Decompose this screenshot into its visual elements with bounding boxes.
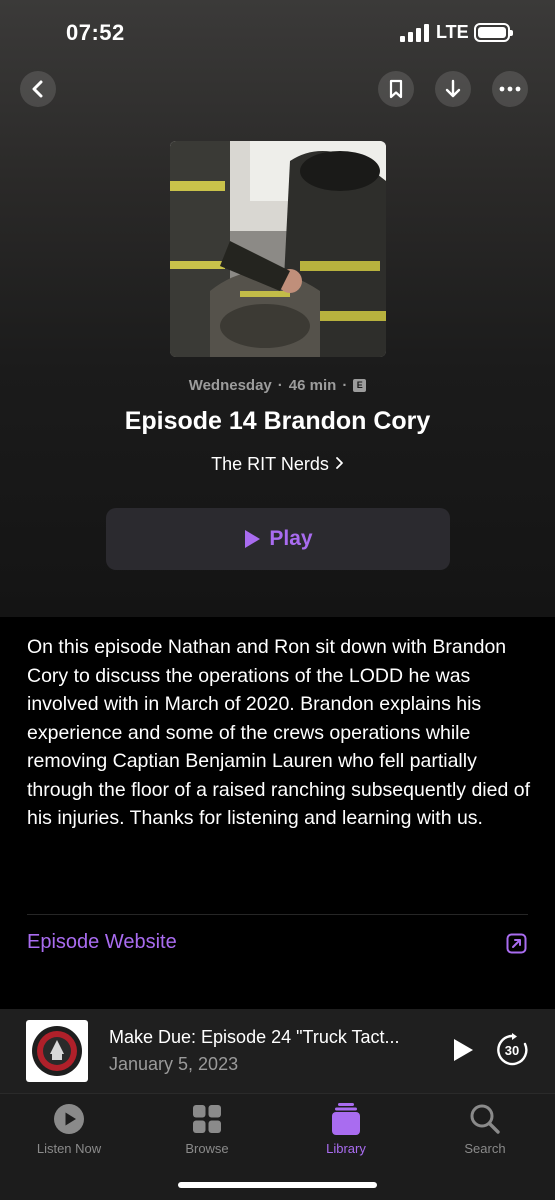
bookmark-icon bbox=[389, 79, 403, 99]
play-button[interactable]: Play bbox=[106, 508, 450, 570]
tab-label: Search bbox=[464, 1141, 506, 1156]
mini-play-button[interactable] bbox=[451, 1037, 475, 1068]
chevron-right-icon bbox=[335, 454, 344, 475]
magnifier-icon bbox=[425, 1102, 545, 1136]
tab-label: Listen Now bbox=[36, 1141, 102, 1156]
network-label: LTE bbox=[436, 22, 469, 42]
explicit-badge: E bbox=[353, 379, 367, 392]
play-label: Play bbox=[269, 527, 313, 550]
skip-forward-button[interactable]: 30 bbox=[494, 1032, 530, 1073]
episode-day: Wednesday bbox=[188, 377, 272, 394]
mini-player-date: January 5, 2023 bbox=[109, 1054, 239, 1074]
battery-icon bbox=[474, 23, 513, 42]
download-button[interactable] bbox=[435, 71, 471, 107]
back-button[interactable] bbox=[20, 71, 56, 107]
grid-icon bbox=[147, 1102, 267, 1136]
show-name: The RIT Nerds bbox=[211, 454, 329, 474]
tab-label: Browse bbox=[185, 1141, 229, 1156]
mini-player[interactable]: Make Due: Episode 24 "Truck Tact... Janu… bbox=[0, 1009, 555, 1093]
signal-icon bbox=[400, 24, 430, 42]
tab-library[interactable]: Library bbox=[286, 1102, 406, 1156]
tab-label: Library bbox=[326, 1141, 366, 1156]
tab-listen-now[interactable]: Listen Now bbox=[9, 1102, 129, 1156]
status-bar: 07:52 LTE bbox=[0, 0, 555, 66]
ellipsis-icon bbox=[499, 86, 521, 92]
episode-artwork bbox=[170, 141, 386, 357]
play-icon bbox=[245, 530, 261, 548]
chevron-left-icon bbox=[32, 80, 43, 98]
episode-description: On this episode Nathan and Ron sit down … bbox=[27, 636, 531, 829]
play-icon bbox=[454, 1039, 473, 1061]
download-arrow-icon bbox=[445, 79, 461, 98]
mini-player-artwork bbox=[26, 1020, 88, 1082]
skip-forward-30-icon: 30 bbox=[497, 1033, 528, 1066]
episode-meta: Wednesday · 46 min · E bbox=[0, 377, 555, 394]
home-indicator bbox=[178, 1182, 377, 1188]
external-link-icon bbox=[506, 933, 527, 959]
mini-player-title: Make Due: Episode 24 "Truck Tact... bbox=[109, 1027, 400, 1047]
play-circle-icon bbox=[9, 1102, 129, 1136]
bookmark-button[interactable] bbox=[378, 71, 414, 107]
library-stack-icon bbox=[286, 1102, 406, 1136]
status-time: 07:52 bbox=[66, 20, 125, 45]
show-link[interactable]: The RIT Nerds bbox=[0, 454, 555, 475]
episode-website-link[interactable]: Episode Website bbox=[27, 930, 528, 958]
tab-browse[interactable]: Browse bbox=[147, 1102, 267, 1156]
more-options-button[interactable] bbox=[492, 71, 528, 107]
episode-duration: 46 min bbox=[288, 377, 337, 394]
svg-text:30: 30 bbox=[505, 1043, 519, 1058]
divider bbox=[27, 914, 528, 915]
tab-search[interactable]: Search bbox=[425, 1102, 545, 1156]
episode-title: Episode 14 Brandon Cory bbox=[124, 407, 431, 435]
episode-website-label: Episode Website bbox=[27, 931, 177, 953]
